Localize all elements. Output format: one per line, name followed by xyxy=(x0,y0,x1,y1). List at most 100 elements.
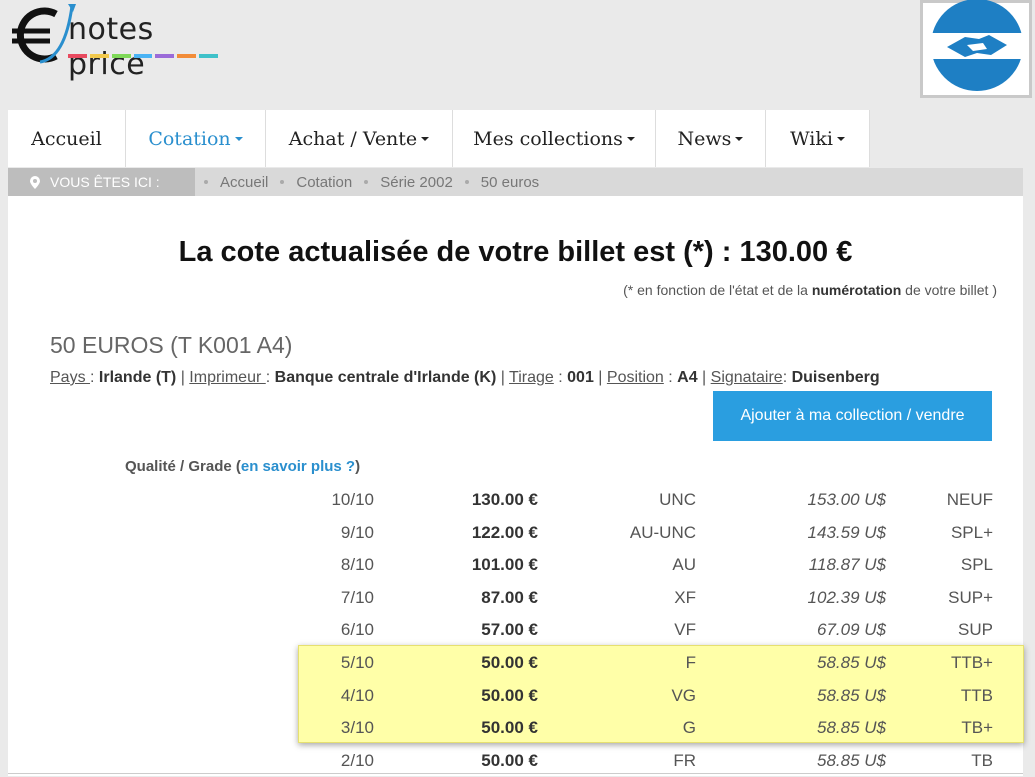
quality-code: F xyxy=(685,652,696,672)
nav-label: Mes collections xyxy=(473,127,623,150)
grade-fr: TTB+ xyxy=(950,652,993,672)
price-usd: 58.85 U$ xyxy=(817,652,886,672)
breadcrumb-item[interactable]: Cotation xyxy=(280,174,352,191)
price-usd: 153.00 U$ xyxy=(807,490,886,509)
price-eur: 57.00 € xyxy=(481,620,538,640)
grade-row-highlighted: 5/10 50.00 € F 58.85 U$ TTB+ xyxy=(8,647,1023,680)
quality-code: G xyxy=(682,718,696,738)
grade-table: 10/10 130.00 € UNC 153.00 U$ NEUF 9/10 1… xyxy=(8,484,1023,777)
price-usd: 58.85 U$ xyxy=(817,685,886,705)
nav-label: Achat / Vente xyxy=(288,127,418,150)
breadcrumb-item[interactable]: Série 2002 xyxy=(364,174,453,191)
nav-cotation[interactable]: Cotation xyxy=(126,110,266,167)
grade-value: 8/10 xyxy=(340,555,374,575)
grade-row-highlighted: 3/10 50.00 € G 58.85 U$ TB+ xyxy=(8,712,1023,745)
breadcrumb-item[interactable]: Accueil xyxy=(204,174,268,191)
main-nav: Accueil Cotation Achat / Vente Mes colle… xyxy=(8,110,870,167)
grade-row: 8/10 101.00 € AU 118.87 U$ SPL xyxy=(8,549,1023,582)
price-eur: 50.00 € xyxy=(481,750,538,770)
nav-label: Cotation xyxy=(148,127,231,150)
grade-fr: TB+ xyxy=(961,718,993,738)
grade-value: 2/10 xyxy=(340,750,374,770)
quality-code: XF xyxy=(674,587,696,607)
price-eur: 101.00 € xyxy=(471,555,538,575)
caret-down-icon xyxy=(626,136,635,141)
grade-value: 6/10 xyxy=(340,620,374,640)
breadcrumb-label: VOUS ÊTES ICI : xyxy=(50,174,160,190)
quality-code: FR xyxy=(673,750,696,770)
grade-fr: SUP xyxy=(958,620,993,640)
nav-wiki[interactable]: Wiki xyxy=(766,110,870,167)
tirage-link[interactable]: Tirage xyxy=(509,369,554,386)
breadcrumb-item: 50 euros xyxy=(464,173,540,191)
grade-value: 4/10 xyxy=(340,685,374,705)
grade-row: 6/10 57.00 € VF 67.09 U$ SUP xyxy=(8,614,1023,647)
main-panel: La cote actualisée de votre billet est (… xyxy=(8,196,1024,777)
grade-row: 9/10 122.00 € AU-UNC 143.59 U$ SPL+ xyxy=(8,517,1023,550)
caret-down-icon xyxy=(421,136,430,141)
price-usd: 58.85 U$ xyxy=(817,750,886,770)
quality-code: VG xyxy=(671,685,696,705)
price-usd: 67.09 U$ xyxy=(817,620,886,640)
logo-text: notes price xyxy=(68,12,154,82)
caret-down-icon xyxy=(735,136,744,141)
breadcrumb-link[interactable]: Série 2002 xyxy=(380,174,453,191)
grade-fr: NEUF xyxy=(946,490,993,509)
pays-link[interactable]: Pays xyxy=(50,369,90,386)
grade-value: 7/10 xyxy=(340,587,374,607)
grade-value: 9/10 xyxy=(340,522,374,542)
breadcrumb-you-are-here: VOUS ÊTES ICI : xyxy=(8,168,195,196)
quality-code: AU-UNC xyxy=(629,522,696,542)
bill-meta: Pays : Irlande (T) | Imprimeur : Banque … xyxy=(50,369,880,386)
add-to-collection-button[interactable]: Ajouter à ma collection / vendre xyxy=(713,391,992,441)
price-eur: 122.00 € xyxy=(471,522,538,542)
quality-code: VF xyxy=(674,620,696,640)
price-headline: La cote actualisée de votre billet est (… xyxy=(178,236,853,268)
price-usd: 58.85 U$ xyxy=(817,718,886,738)
price-usd: 118.87 U$ xyxy=(808,555,886,575)
learn-more-link[interactable]: en savoir plus ? xyxy=(241,458,355,475)
breadcrumb-current: 50 euros xyxy=(480,173,540,191)
price-usd: 143.59 U$ xyxy=(807,522,886,542)
grade-header: Qualité / Grade (en savoir plus ?) xyxy=(125,458,361,475)
nav-accueil[interactable]: Accueil xyxy=(8,110,126,167)
caret-down-icon xyxy=(234,136,243,141)
quality-code: UNC xyxy=(659,490,696,509)
handshake-icon xyxy=(931,0,1023,91)
grade-fr: SUP+ xyxy=(948,587,993,607)
signataire-link[interactable]: Signataire xyxy=(711,369,783,386)
imprimeur-link[interactable]: Imprimeur xyxy=(189,369,265,386)
grade-fr: SPL xyxy=(960,555,993,575)
grade-fr: TTB xyxy=(960,685,993,705)
position-link[interactable]: Position xyxy=(607,369,664,386)
price-eur: 50.00 € xyxy=(481,652,538,672)
divider xyxy=(8,773,1023,774)
price-eur: 50.00 € xyxy=(481,685,538,705)
nav-label: Accueil xyxy=(31,127,102,150)
price-usd: 102.39 U$ xyxy=(807,587,886,607)
breadcrumb-link[interactable]: Cotation xyxy=(296,174,352,191)
map-pin-icon xyxy=(30,176,40,189)
breadcrumb-link[interactable]: Accueil xyxy=(220,174,268,191)
grade-fr: TB xyxy=(971,750,993,770)
site-logo[interactable]: notes price xyxy=(10,0,220,82)
caret-down-icon xyxy=(836,136,845,141)
grade-value: 5/10 xyxy=(340,652,374,672)
nav-mes-collections[interactable]: Mes collections xyxy=(453,110,656,167)
nav-label: News xyxy=(677,127,732,150)
price-eur: 130.00 € xyxy=(471,490,538,509)
nav-achat-vente[interactable]: Achat / Vente xyxy=(266,110,453,167)
nav-news[interactable]: News xyxy=(656,110,766,167)
grade-value: 10/10 xyxy=(331,490,374,509)
bill-title: 50 EUROS (T K001 A4) xyxy=(50,332,293,358)
price-eur: 87.00 € xyxy=(481,587,538,607)
handshake-badge[interactable] xyxy=(920,0,1032,98)
grade-row: 7/10 87.00 € XF 102.39 U$ SUP+ xyxy=(8,582,1023,615)
grade-row-highlighted: 4/10 50.00 € VG 58.85 U$ TTB xyxy=(8,680,1023,713)
price-note: (* en fonction de l'état et de la numéro… xyxy=(623,282,997,298)
nav-label: Wiki xyxy=(790,127,833,150)
grade-value: 3/10 xyxy=(340,718,374,738)
grade-fr: SPL+ xyxy=(950,522,993,542)
price-eur: 50.00 € xyxy=(481,718,538,738)
quality-code: AU xyxy=(672,555,696,575)
